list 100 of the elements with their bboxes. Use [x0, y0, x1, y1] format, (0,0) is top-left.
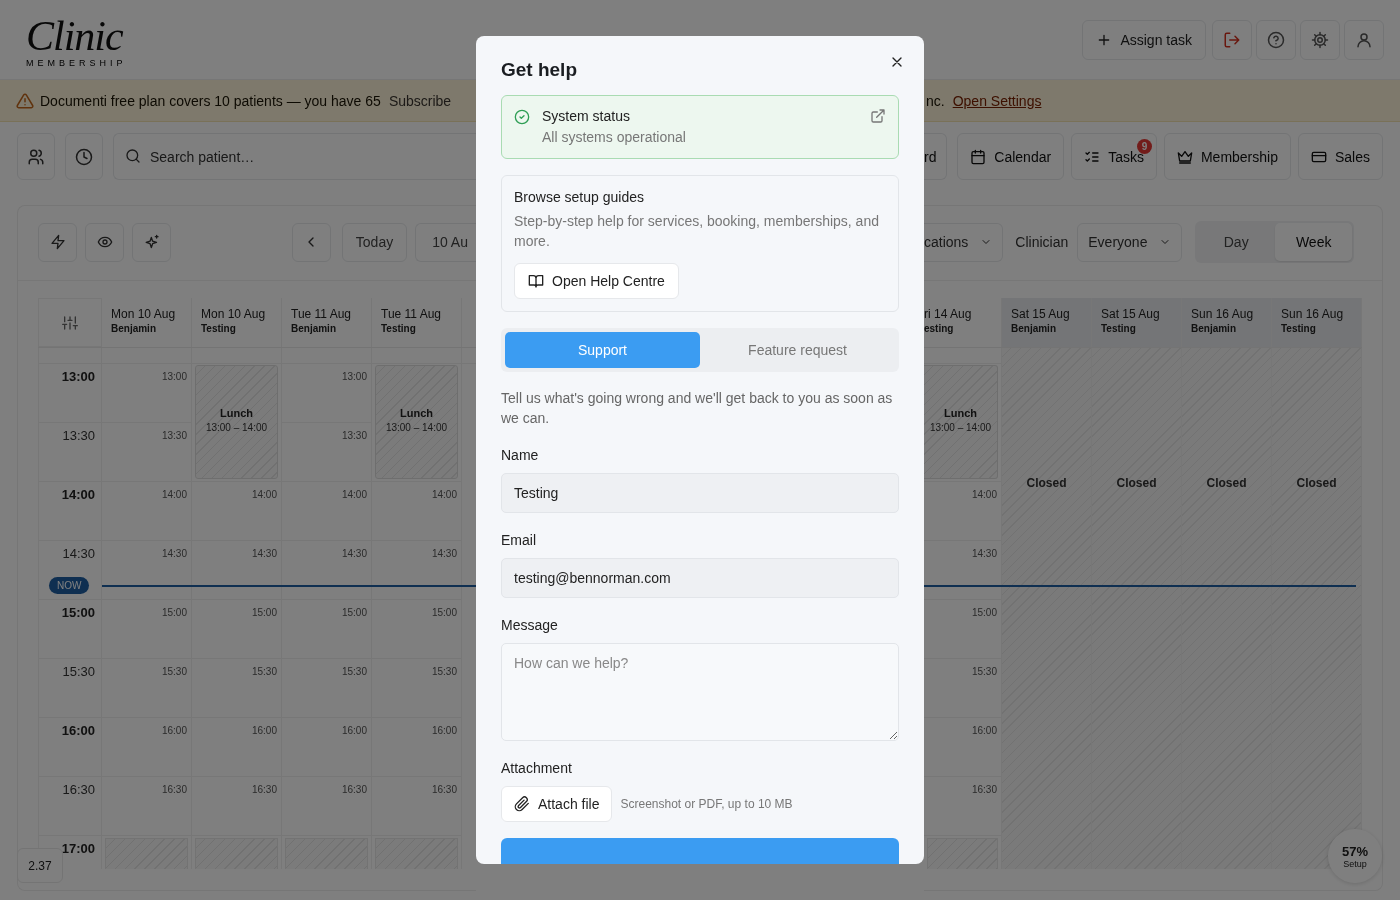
day-heading: Sun 16 Aug: [1281, 307, 1345, 321]
block-time: 13:00 – 14:00: [205, 422, 268, 433]
day-heading: ri 14 Aug: [924, 307, 973, 321]
settings-icon: [1311, 30, 1329, 49]
help-button[interactable]: [1256, 19, 1296, 60]
slot-time: 16:30: [431, 784, 457, 795]
sliders-icon: [62, 314, 78, 331]
plan-warning: Documenti free plan covers 10 patients — you have 65: [40, 92, 381, 109]
slot-time: 16:30: [161, 784, 187, 795]
subscribe-text: Subscribe: [388, 92, 452, 109]
view-button[interactable]: [85, 222, 124, 262]
user-icon: [1355, 30, 1373, 49]
clinician-name: Testing: [1281, 323, 1317, 334]
clinician-name: Benjamin: [111, 323, 157, 334]
version-label: 2.37: [17, 848, 63, 883]
slot-time: 13:00: [341, 371, 367, 382]
slot-time: 14:30: [161, 548, 187, 559]
lightning-icon: [49, 234, 66, 250]
attachment-hint: Screenshot or PDF, up to 10 MB: [620, 797, 793, 811]
attach-file-button[interactable]: Attach file: [501, 786, 613, 822]
calendar-icon: [970, 148, 987, 165]
slot-time: 16:00: [251, 725, 277, 736]
clinician-name: Benjamin: [1011, 323, 1057, 334]
field-label: Email: [501, 532, 537, 548]
nav-tab[interactable]: Membership: [1163, 133, 1291, 180]
users-icon: [27, 147, 45, 166]
view-tab[interactable]: Week: [1274, 223, 1353, 261]
text-field[interactable]: Testing: [501, 473, 899, 513]
time-label: 16:00: [61, 723, 95, 738]
slot-time: 15:30: [341, 666, 367, 677]
assign-task-button[interactable]: Assign task: [1082, 19, 1206, 60]
day-heading: Sat 15 Aug: [1011, 307, 1071, 321]
now-badge: NOW: [49, 577, 90, 594]
settings-button[interactable]: [1300, 19, 1340, 60]
slot-time: 16:00: [431, 725, 457, 736]
logout-button[interactable]: [1212, 19, 1252, 60]
slot-time: 13:30: [341, 430, 367, 441]
ai-button[interactable]: [132, 222, 171, 262]
book-icon: [528, 273, 544, 289]
closed-label: Closed: [1206, 476, 1247, 491]
block-title: Lunch: [944, 407, 977, 419]
history-button[interactable]: [65, 133, 103, 180]
slot-time: 14:00: [251, 489, 277, 500]
logout-icon: [1223, 30, 1241, 49]
setup-label: Setup: [1343, 858, 1367, 869]
setup-percent: 57%: [1342, 843, 1368, 859]
check-circle-icon: [514, 109, 530, 125]
account-button[interactable]: [1344, 19, 1384, 60]
form-intro: Tell us what's going wrong and we'll get back to you as soon as we can.: [501, 389, 894, 428]
slot-time: 16:00: [971, 725, 997, 736]
slot-time: 15:00: [431, 607, 457, 618]
clinician-name: Benjamin: [1191, 323, 1237, 334]
slot-time: 15:30: [971, 666, 997, 677]
slot-time: 14:30: [971, 548, 997, 559]
block-title: Lunch: [400, 407, 433, 419]
guides-description: Step-by-step help for services, booking, memberships, and more.: [514, 212, 880, 251]
day-heading: Tue 11 Aug: [381, 307, 443, 321]
count-badge: 9: [1136, 139, 1152, 154]
message-field[interactable]: How can we help?: [501, 643, 899, 741]
clinician-dropdown[interactable]: Everyone: [1077, 222, 1183, 262]
nav-tab[interactable]: Sales: [1297, 133, 1383, 180]
quick-button[interactable]: [38, 222, 77, 262]
form-tab[interactable]: Support: [505, 332, 700, 368]
slot-time: 14:00: [341, 489, 367, 500]
form-tab[interactable]: Feature request: [700, 332, 895, 368]
slot-time: 16:00: [341, 725, 367, 736]
closed-label: Closed: [1296, 476, 1337, 491]
closed-label: Closed: [1026, 476, 1067, 491]
time-label: 17:00: [61, 841, 95, 856]
day-heading: Sat 15 Aug: [1101, 307, 1161, 321]
slot-time: 15:00: [251, 607, 277, 618]
field-label: Name: [501, 447, 540, 463]
slot-time: 14:00: [971, 489, 997, 500]
field-label: Message: [501, 617, 559, 633]
view-tab[interactable]: Day: [1197, 223, 1275, 261]
text-field[interactable]: testing@bennorman.com: [501, 558, 899, 598]
clinician-name: Benjamin: [291, 323, 337, 334]
guides-title: Browse setup guides: [514, 189, 644, 205]
slot-time: 14:30: [431, 548, 457, 559]
closed-label: Closed: [1116, 476, 1157, 491]
nav-tab[interactable]: rd: [924, 133, 948, 180]
clinician-name: Testing: [1101, 323, 1137, 334]
patients-button[interactable]: [17, 133, 55, 180]
location-dropdown[interactable]: cations: [924, 222, 1004, 262]
setup-button[interactable]: 57% Setup: [1328, 829, 1382, 883]
slot-time: 15:00: [971, 607, 997, 618]
open-settings-link[interactable]: Open Settings: [952, 92, 1042, 109]
today-button[interactable]: Today: [341, 222, 408, 262]
time-label: 13:30: [62, 428, 95, 443]
slot-time: 14:30: [341, 548, 367, 559]
clinician-name: Testing: [201, 323, 237, 334]
time-label: 15:00: [61, 605, 95, 620]
field-label: Attachment: [501, 760, 573, 776]
day-heading: Mon 10 Aug: [111, 307, 177, 321]
sparkles-icon: [143, 234, 160, 250]
nav-tab[interactable]: Calendar: [957, 133, 1065, 180]
time-label: 14:00: [61, 487, 95, 502]
search-field[interactable]: Search patient…: [113, 133, 476, 180]
time-label: 13:00: [61, 369, 95, 384]
open-help-centre-button[interactable]: Open Help Centre: [514, 263, 679, 299]
